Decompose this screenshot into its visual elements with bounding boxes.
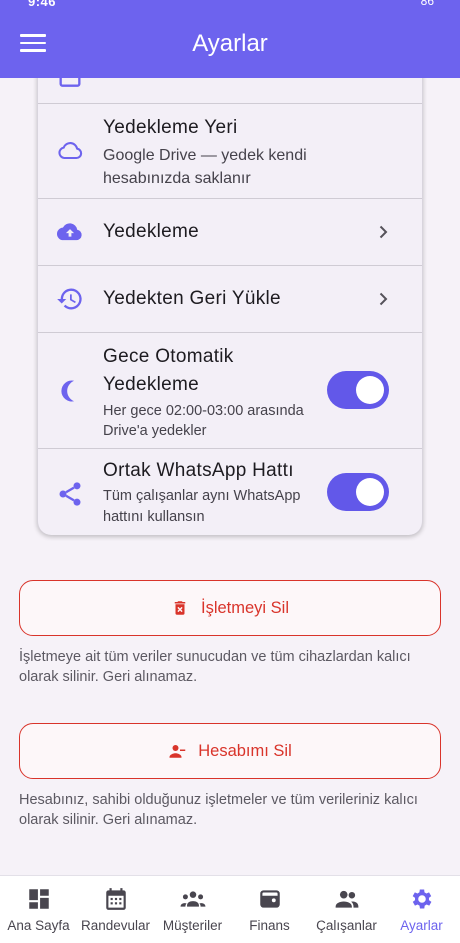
- backup-title: Yedekleme: [103, 221, 200, 242]
- people-icon: [335, 890, 358, 908]
- nightly-backup-subtitle-1: Her gece 02:00-03:00 arasında: [103, 403, 304, 419]
- toggle-knob: [356, 376, 384, 404]
- page-title: Ayarlar: [192, 30, 268, 57]
- share-icon: [59, 482, 81, 506]
- person-remove-icon: [169, 745, 186, 758]
- backup-location-subtitle-2: hesabınızda saklanır: [103, 170, 251, 187]
- settings-item-backup-location[interactable]: Yedekleme Yeri Google Drive — yedek kend…: [38, 104, 422, 199]
- history-icon: [57, 288, 82, 310]
- settings-item-backup[interactable]: Yedekleme: [38, 199, 422, 266]
- nav-item-settings[interactable]: Ayarlar: [383, 886, 460, 933]
- calendar-icon: [105, 888, 126, 910]
- nav-item-customers[interactable]: Müşteriler: [154, 886, 231, 933]
- nav-label-appointments: Randevular: [80, 918, 151, 933]
- nightly-backup-title-2: Yedekleme: [103, 374, 200, 395]
- nav-label-home: Ana Sayfa: [7, 918, 70, 933]
- cloud-upload-icon: [56, 223, 82, 241]
- dashboard-icon: [28, 889, 49, 909]
- delete-account-label: Hesabımı Sil: [198, 741, 292, 760]
- nav-label-employees: Çalışanlar: [316, 918, 377, 933]
- delete-account-note-2: olarak silinir. Geri alınamaz.: [19, 812, 198, 828]
- status-battery: 86: [420, 0, 434, 8]
- nav-item-home[interactable]: Ana Sayfa: [0, 886, 77, 933]
- delete-account-button[interactable]: Hesabımı Sil: [19, 723, 441, 779]
- bottom-navigation: Ana Sayfa Randevular Müşteriler Finans Ç…: [0, 875, 460, 943]
- delete-business-label: İşletmeyi Sil: [200, 598, 290, 617]
- moon-icon: [61, 380, 75, 402]
- status-time: 9:46: [28, 0, 57, 9]
- backup-location-subtitle-1: Google Drive — yedek kendi: [103, 147, 307, 164]
- shared-whatsapp-toggle[interactable]: [327, 473, 389, 511]
- delete-business-button[interactable]: İşletmeyi Sil: [19, 580, 441, 636]
- chevron-right-icon: [379, 292, 388, 306]
- delete-forever-icon: [174, 601, 186, 615]
- nav-label-settings: Ayarlar: [400, 918, 443, 933]
- settings-gear-icon: [412, 889, 431, 909]
- delete-business-note-2: olarak silinir. Geri alınamaz.: [19, 669, 198, 685]
- hidden-row: [38, 78, 422, 104]
- shared-whatsapp-subtitle-1: Tüm çalışanlar aynı WhatsApp: [103, 488, 301, 504]
- settings-item-nightly-backup[interactable]: Gece Otomatik Yedekleme Her gece 02:00-0…: [38, 333, 422, 449]
- nav-item-employees[interactable]: Çalışanlar: [308, 886, 385, 933]
- shared-whatsapp-title: Ortak WhatsApp Hattı: [103, 460, 294, 481]
- settings-content[interactable]: Yedekleme Yeri Google Drive — yedek kend…: [0, 78, 460, 875]
- nav-label-customers: Müşteriler: [162, 918, 223, 933]
- delete-business-note-1: İşletmeye ait tüm veriler sunucudan ve t…: [19, 649, 411, 665]
- settings-item-shared-whatsapp[interactable]: Ortak WhatsApp Hattı Tüm çalışanlar aynı…: [38, 449, 422, 535]
- groups-icon: [180, 891, 205, 907]
- status-bar: 9:46 86: [0, 0, 460, 12]
- nav-item-finance[interactable]: Finans: [231, 886, 308, 933]
- nav-label-finance: Finans: [249, 918, 290, 933]
- nav-item-appointments[interactable]: Randevular: [77, 886, 154, 933]
- settings-item-restore[interactable]: Yedekten Geri Yükle: [38, 266, 422, 333]
- toggle-knob: [356, 478, 384, 506]
- cloud-outline-icon: [58, 142, 83, 160]
- nightly-backup-title-1: Gece Otomatik: [103, 346, 234, 367]
- delete-account-note-1: Hesabınız, sahibi olduğunuz işletmeler v…: [19, 792, 418, 808]
- nightly-backup-subtitle-2: Drive'a yedekler: [103, 423, 207, 439]
- nightly-backup-toggle[interactable]: [327, 371, 389, 409]
- chevron-right-icon: [379, 225, 388, 239]
- restore-title: Yedekten Geri Yükle: [103, 288, 281, 309]
- partial-icon: [59, 78, 81, 87]
- settings-card: Yedekleme Yeri Google Drive — yedek kend…: [37, 78, 423, 535]
- wallet-icon: [259, 890, 280, 908]
- shared-whatsapp-subtitle-2: hattını kullansın: [103, 509, 205, 525]
- app-bar: Ayarlar: [0, 12, 460, 78]
- backup-location-title: Yedekleme Yeri: [103, 117, 238, 138]
